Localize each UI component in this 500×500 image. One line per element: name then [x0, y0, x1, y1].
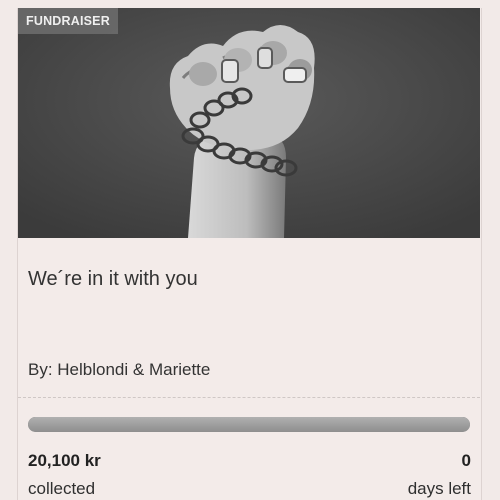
- raised-fist-image: [18, 8, 480, 238]
- days-left-label: days left: [407, 479, 471, 498]
- fundraiser-card[interactable]: FUNDRAISER We´re in it with you By: Helb…: [0, 0, 500, 500]
- collected-label: collected: [28, 479, 96, 498]
- fundraiser-author[interactable]: By: Helblondi & Mariette: [28, 360, 210, 380]
- funding-progress-fill: [28, 417, 470, 432]
- hero-image[interactable]: [18, 8, 480, 238]
- fundraiser-badge: FUNDRAISER: [18, 8, 118, 34]
- funding-progress-bar: [28, 417, 470, 432]
- fundraiser-title[interactable]: We´re in it with you: [28, 268, 198, 291]
- collected-amount: 20,100 kr: [28, 451, 101, 470]
- days-left-value: 0: [461, 451, 471, 470]
- divider: [18, 397, 480, 398]
